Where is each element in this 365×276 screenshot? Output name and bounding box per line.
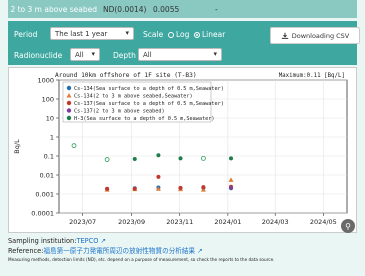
chart-svg: 1000 100 10 1 0.1 0.01 0.001 0.0001 2023/07 2023/…: [13, 72, 348, 226]
zoom-in-button[interactable]: ⚲: [341, 219, 355, 233]
scale-option-log[interactable]: Log: [168, 30, 189, 39]
y-tick-label: 0.1: [44, 153, 54, 161]
external-link-icon: ↗: [100, 237, 107, 245]
y-axis-label: Bq/L: [13, 139, 21, 154]
reference-label: Reference:: [8, 247, 44, 255]
data-point: [132, 186, 137, 191]
radionuclide-select[interactable]: All ▾: [70, 48, 100, 61]
nd-data-point: [200, 155, 206, 161]
download-icon: [281, 32, 288, 39]
period-label: Period: [14, 30, 38, 39]
row-value-1: ND(0.0014): [103, 4, 147, 14]
chart-footer: Sampling institution:TEPCO ↗ Reference:福…: [8, 236, 357, 262]
scale-option-linear-label: Linear: [202, 30, 226, 39]
y-tick-label: 0.01: [40, 172, 54, 180]
data-point: [229, 185, 234, 190]
depth-select[interactable]: All ▾: [138, 48, 222, 61]
x-tick-label: 2023/11: [166, 218, 193, 226]
scale-option-log-label: Log: [176, 30, 190, 39]
chart-panel: 1000 100 10 1 0.1 0.01 0.001 0.0001 2023/07 2023/…: [8, 67, 357, 233]
data-point: [156, 174, 161, 179]
data-point: [201, 185, 206, 190]
sampling-line: Sampling institution:TEPCO ↗: [8, 236, 357, 246]
x-tick-label: 2024/03: [262, 218, 289, 226]
y-tick-label: 0.001: [35, 191, 54, 199]
data-point: [156, 153, 161, 158]
y-tick-label: 1: [50, 134, 54, 142]
data-point: [132, 156, 137, 161]
reference-line: Reference:福島第一原子力発電所周辺の放射性物質の分析結果 ↗: [8, 246, 357, 256]
radionuclide-label: Radionuclide: [14, 51, 63, 60]
y-tick-label: 100: [42, 96, 54, 104]
download-csv-button[interactable]: Downloading CSV: [270, 27, 360, 44]
chevron-down-icon: ▾: [91, 50, 95, 58]
sampling-link[interactable]: TEPCO: [76, 237, 98, 245]
radio-log-icon: [168, 32, 174, 38]
y-tick-label: 10: [46, 115, 54, 123]
chart-max-annotation: Maximum:0.11 [Bq/L]: [279, 73, 345, 79]
footnote: Measuring methods, detection limits (ND)…: [8, 257, 275, 262]
legend-marker: [66, 100, 72, 106]
row-label: 2 to 3 m above seabed: [10, 4, 97, 14]
legend-marker: [66, 108, 72, 113]
x-tick-label: 2024/01: [214, 218, 241, 226]
row-value-3: -: [215, 4, 218, 14]
y-tick-label: 1000: [37, 77, 54, 85]
external-link-icon: ↗: [197, 247, 203, 255]
legend-label: H-3(Sea surface to a depth of 0.5 m,Seaw…: [74, 116, 215, 122]
data-point: [105, 186, 110, 191]
chart-controls: Period The last 1 year ▾ Scale Log Linea…: [8, 21, 360, 65]
legend-marker: [66, 115, 72, 121]
data-point: [229, 156, 234, 161]
chevron-down-icon: ▾: [213, 50, 217, 58]
period-select-value: The last 1 year: [55, 30, 108, 38]
chevron-down-icon: ▾: [125, 29, 129, 37]
magnifier-icon: ⚲: [345, 221, 351, 231]
nd-data-point: [104, 157, 110, 162]
legend-label: Cs-137(Sea surface to a depth of 0.5 m,S…: [74, 101, 224, 107]
download-csv-label: Downloading CSV: [291, 31, 350, 40]
sampling-label: Sampling institution:: [8, 237, 77, 245]
depth-label: Depth: [113, 51, 136, 60]
data-point: [178, 156, 183, 161]
data-point: [228, 177, 234, 182]
row-value-2: 0.0055: [153, 4, 180, 14]
data-point: [178, 185, 183, 190]
page-frame: 2 to 3 m above seabed ND(0.0014) 0.0055 …: [0, 0, 365, 276]
radio-linear-icon: [194, 32, 200, 38]
x-tick-label: 2024/05: [310, 218, 337, 226]
scale-label: Scale: [143, 30, 164, 39]
previous-table-row: 2 to 3 m above seabed ND(0.0014) 0.0055 …: [8, 0, 357, 18]
depth-select-value: All: [143, 51, 152, 59]
radionuclide-select-value: All: [75, 51, 84, 59]
legend-label: Cs-134(Sea surface to a depth of 0.5 m,S…: [74, 86, 224, 92]
chart-title: Around 10km offshore of 1F site (T-B3): [55, 72, 197, 79]
x-tick-label: 2023/09: [118, 218, 145, 226]
y-tick-label: 0.0001: [31, 210, 54, 218]
legend-marker: [66, 85, 72, 91]
legend-label: Cs-134(2 to 3 m above seabed,Seawater): [74, 94, 193, 100]
scale-option-linear[interactable]: Linear: [194, 30, 225, 39]
nd-data-point: [71, 143, 77, 149]
x-tick-label: 2023/07: [69, 218, 96, 226]
reference-link[interactable]: 福島第一原子力発電所周辺の放射性物質の分析結果: [43, 247, 195, 255]
period-select[interactable]: The last 1 year ▾: [50, 27, 134, 40]
legend-label: Cs-137(2 to 3 m above seabed): [74, 109, 165, 115]
